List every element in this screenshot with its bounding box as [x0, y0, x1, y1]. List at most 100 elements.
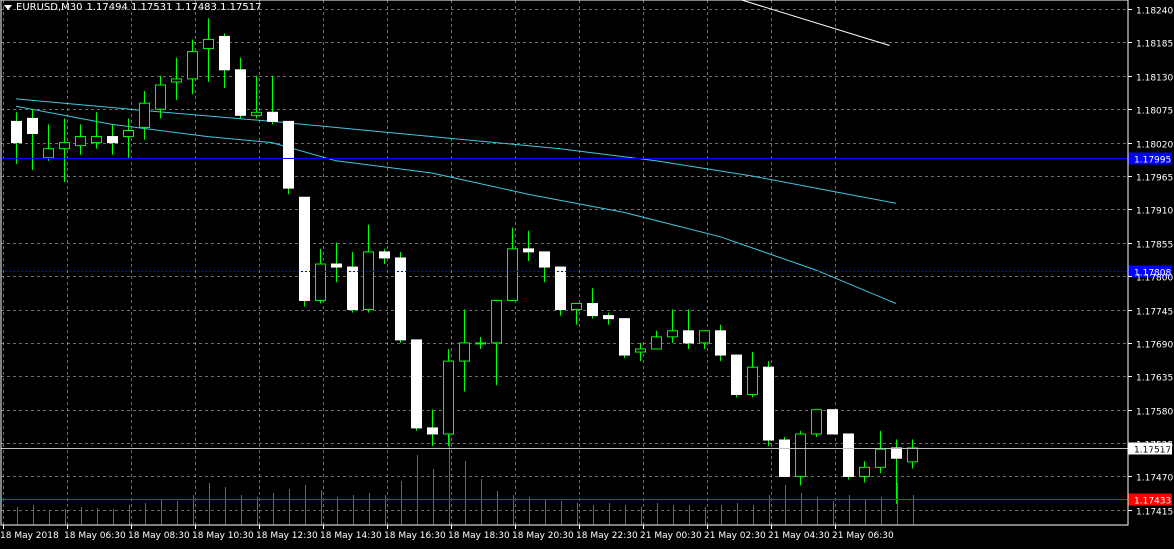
y-tick-label: 1.17580	[1136, 408, 1173, 418]
candle-bull	[139, 102, 150, 128]
y-tick-label: 1.17745	[1136, 308, 1173, 318]
symbol-label: EURUSD,M30	[16, 2, 83, 13]
chevron-down-icon[interactable]	[4, 5, 12, 10]
candle-bull	[475, 342, 486, 345]
x-tick-label: 18 May 08:30	[128, 531, 190, 541]
candle-bull	[443, 360, 454, 435]
candle-bull	[651, 336, 662, 350]
candle-bull	[859, 466, 870, 477]
candle-bull	[59, 142, 70, 150]
candle-bull	[363, 251, 374, 311]
ohlc-readout: 1.17494 1.17531 1.17483 1.17517	[86, 2, 262, 13]
y-tick-label: 1.17415	[1136, 508, 1173, 518]
x-tick-label: 21 May 04:30	[768, 531, 830, 541]
y-tick-label: 1.18185	[1136, 40, 1173, 50]
candle-bear	[267, 111, 278, 122]
candle-bear	[827, 409, 838, 435]
candle-bear	[411, 339, 422, 429]
y-tick-label: 1.17965	[1136, 174, 1173, 184]
candle-bull	[75, 136, 86, 147]
y-tick-label: 1.17910	[1136, 207, 1173, 217]
candle-bear	[379, 251, 390, 259]
candle-bear	[587, 302, 598, 317]
candle-bear	[555, 266, 566, 311]
x-tick-label: 18 May 18:30	[448, 531, 510, 541]
candle-bull	[507, 248, 518, 301]
hline-label: 1.17433	[1134, 497, 1171, 507]
candle-bear	[235, 69, 246, 116]
candle-bear	[891, 447, 902, 459]
y-tick-label: 1.17855	[1136, 241, 1173, 251]
x-tick-label: 18 May 2018	[0, 531, 59, 541]
chart-area[interactable]: 1.17995 1.17808 1.17433 1.17517 1.18240 1.18…	[0, 0, 1174, 545]
candle-bull	[315, 263, 326, 301]
moving-averages	[15, 98, 897, 304]
candle-bull	[459, 342, 470, 362]
candle-bull	[667, 330, 678, 338]
candle-bear	[347, 266, 358, 311]
candle-bear	[779, 439, 790, 477]
candle-bear	[683, 330, 694, 344]
candle-bull	[187, 51, 198, 80]
candle-bear	[219, 35, 230, 71]
x-tick-label: 18 May 12:30	[256, 531, 318, 541]
plot-frame	[0, 0, 1129, 526]
candles	[11, 18, 918, 504]
y-tick-label: 1.18075	[1136, 107, 1173, 117]
x-tick-label: 18 May 14:30	[320, 531, 382, 541]
chart-header[interactable]: EURUSD,M30 1.17494 1.17531 1.17483 1.175…	[4, 2, 261, 13]
grid	[1, 0, 1128, 525]
y-tick-label: 1.17470	[1136, 474, 1173, 484]
candle-bull	[795, 433, 806, 477]
candle-bull	[43, 148, 54, 159]
candle-bull	[907, 447, 918, 463]
candle-bull	[91, 136, 102, 144]
candle-bull	[699, 330, 710, 344]
trendline-group[interactable]	[712, 0, 890, 46]
y-tick-label: 1.18130	[1136, 74, 1173, 84]
candle-bear	[539, 251, 550, 268]
y-tick-label: 1.17635	[1136, 374, 1173, 384]
candle-bull	[123, 129, 134, 138]
candle-bear	[763, 366, 774, 441]
candle-bull	[875, 448, 886, 468]
candle-bear	[331, 263, 342, 268]
candle-bear	[283, 120, 294, 189]
candle-bull	[171, 78, 182, 83]
candle-bear	[395, 257, 406, 341]
candle-bull	[203, 38, 214, 50]
y-tick-label: 1.17690	[1136, 341, 1173, 351]
candle-bear	[731, 354, 742, 396]
candle-bull	[811, 409, 822, 435]
x-tick-label: 18 May 22:30	[576, 531, 638, 541]
x-tick-label: 21 May 02:30	[704, 531, 766, 541]
candle-bear	[299, 196, 310, 301]
candle-bull	[747, 366, 758, 396]
candle-bull	[155, 84, 166, 110]
y-tick-label: 1.18240	[1136, 7, 1173, 17]
candle-bull	[635, 348, 646, 353]
candle-bear	[427, 427, 438, 435]
x-tick-label: 21 May 00:30	[640, 531, 702, 541]
y-tick-label: 1.17525	[1136, 441, 1173, 451]
candle-bear	[603, 315, 614, 320]
candle-bear	[619, 318, 630, 356]
candle-bear	[715, 330, 726, 356]
hline-label: 1.17995	[1134, 156, 1171, 166]
x-tick-label: 21 May 06:30	[832, 531, 894, 541]
candle-bull	[491, 299, 502, 344]
candle-bear	[11, 120, 22, 144]
candle-bear	[27, 117, 38, 135]
y-tick-label: 1.17800	[1136, 274, 1173, 284]
candlestick-chart[interactable]: 1.179951.178081.174331.17517 1.182401.18…	[0, 0, 1174, 545]
candle-bear	[107, 136, 118, 144]
candle-bear	[843, 433, 854, 477]
x-tick-label: 18 May 06:30	[64, 531, 126, 541]
x-tick-label: 18 May 10:30	[192, 531, 254, 541]
candle-bear	[523, 248, 534, 253]
candle-bull	[251, 111, 262, 116]
x-tick-label: 18 May 20:30	[512, 531, 574, 541]
trendline[interactable]	[712, 0, 890, 46]
y-tick-label: 1.18020	[1136, 141, 1173, 151]
candle-bull	[571, 302, 582, 311]
